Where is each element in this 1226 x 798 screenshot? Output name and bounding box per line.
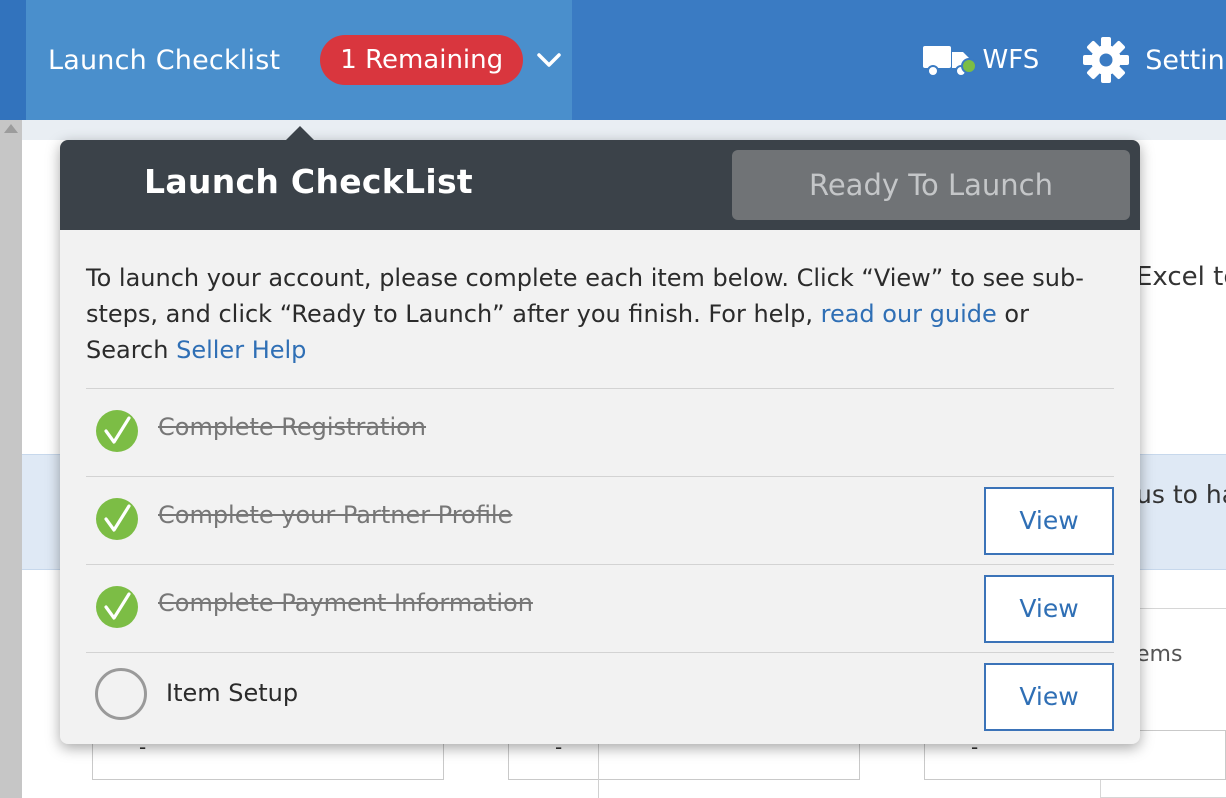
scroll-up-arrow-icon[interactable] bbox=[4, 124, 18, 133]
topbar-left-edge bbox=[0, 0, 26, 120]
wfs-label: WFS bbox=[982, 45, 1040, 75]
launch-checklist-popover: Launch CheckList Ready To Launch To laun… bbox=[60, 140, 1140, 744]
settings-label: Settings bbox=[1145, 44, 1226, 76]
seller-help-link[interactable]: Seller Help bbox=[176, 336, 306, 364]
view-payment-button[interactable]: View bbox=[984, 575, 1114, 643]
ready-to-launch-button[interactable]: Ready To Launch bbox=[732, 150, 1130, 220]
check-complete-icon bbox=[96, 586, 138, 628]
checklist-item-partner-profile: Complete your Partner Profile View bbox=[86, 476, 1114, 564]
checklist-description: To launch your account, please complete … bbox=[86, 260, 1116, 368]
vertical-scrollbar[interactable] bbox=[0, 120, 22, 798]
launch-checklist-label: Launch Checklist bbox=[48, 44, 281, 76]
background-text: Excel te bbox=[1136, 262, 1226, 292]
gear-icon bbox=[1083, 37, 1130, 83]
check-complete-icon bbox=[96, 410, 138, 452]
checklist-item-label: Item Setup bbox=[166, 679, 299, 707]
settings-link[interactable]: Settings bbox=[1081, 35, 1226, 85]
checklist-item-payment: Complete Payment Information View bbox=[86, 564, 1114, 652]
view-item-setup-button[interactable]: View bbox=[984, 663, 1114, 731]
popover-header: Launch CheckList Ready To Launch bbox=[60, 140, 1140, 230]
checklist-item-registration: Complete Registration bbox=[86, 388, 1114, 476]
view-partner-profile-button[interactable]: View bbox=[984, 487, 1114, 555]
checklist-item-label: Complete your Partner Profile bbox=[158, 501, 513, 529]
incomplete-circle-icon bbox=[95, 668, 147, 720]
read-guide-link[interactable]: read our guide bbox=[821, 300, 997, 328]
remaining-badge: 1 Remaining bbox=[320, 35, 524, 85]
page-top-shade bbox=[22, 120, 1226, 140]
checklist-item-label: Complete Payment Information bbox=[158, 589, 533, 617]
popover-title: Launch CheckList bbox=[144, 162, 473, 201]
chevron-down-icon[interactable] bbox=[535, 46, 563, 74]
launch-checklist-tab[interactable]: Launch Checklist 1 Remaining bbox=[26, 0, 572, 120]
checklist-item-item-setup: Item Setup View bbox=[86, 652, 1114, 740]
truck-icon bbox=[922, 46, 977, 77]
topbar-right-group: WFS Settings bbox=[921, 0, 1226, 120]
background-card-text: ems bbox=[1136, 642, 1183, 667]
background-divider bbox=[598, 740, 599, 798]
background-banner-text: us to ha bbox=[1136, 480, 1226, 509]
popover-caret bbox=[284, 126, 316, 142]
top-navigation-bar: Launch Checklist 1 Remaining WFS Settin bbox=[0, 0, 1226, 120]
wfs-link[interactable]: WFS bbox=[921, 40, 1040, 80]
checklist-item-label: Complete Registration bbox=[158, 413, 427, 441]
check-complete-icon bbox=[96, 498, 138, 540]
